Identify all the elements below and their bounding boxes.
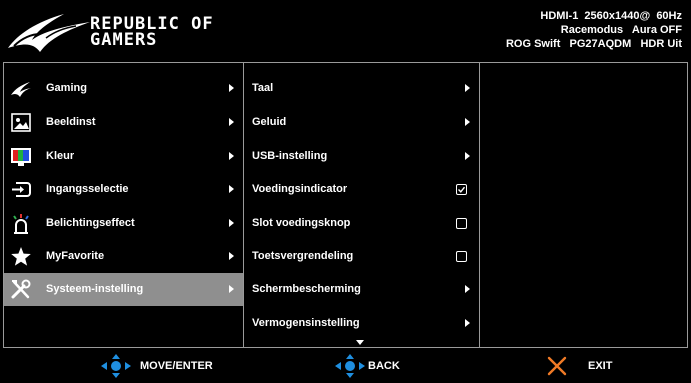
- checkbox-unchecked[interactable]: [456, 251, 467, 262]
- exit-button[interactable]: EXIT: [546, 354, 626, 378]
- status-line-2: Racemodus Aura OFF: [560, 24, 682, 36]
- sub-menu-label: Voedingsindicator: [252, 183, 348, 195]
- status-info: HDMI-1 2560x1440@ 60Hz Racemodus Aura OF…: [506, 9, 682, 51]
- rog-logo-icon: [8, 14, 90, 52]
- main-menu-label: Gaming: [46, 82, 87, 94]
- back-label: BACK: [368, 360, 400, 372]
- joystick-icon: [101, 354, 131, 378]
- close-icon: [547, 356, 567, 376]
- input-icon: [12, 182, 31, 197]
- tools-icon: [11, 279, 31, 299]
- sub-menu: Taal Geluid USB-instelling Voedingsindic…: [244, 63, 480, 347]
- sub-menu-item-schermbescherming[interactable]: Schermbescherming: [244, 273, 479, 306]
- main-menu-item-beeldinst[interactable]: Beeldinst: [4, 106, 243, 139]
- joystick-back-icon: [335, 354, 365, 378]
- main-menu-label: Belichtingseffect: [46, 217, 135, 229]
- sub-menu-label: USB-instelling: [252, 150, 328, 162]
- header: REPUBLIC OF GAMERS HDMI-1 2560x1440@ 60H…: [0, 0, 691, 62]
- sub-menu-item-slot-voedingsknop[interactable]: Slot voedingsknop: [244, 207, 479, 240]
- status-line-3: ROG Swift PG27AQDM HDR Uit: [505, 38, 682, 50]
- main-menu-item-gaming[interactable]: Gaming: [4, 72, 243, 105]
- main-menu-label: Ingangsselectie: [46, 183, 129, 195]
- arrow-right-icon: [465, 152, 470, 160]
- sub-menu-label: Taal: [252, 82, 274, 94]
- sub-menu-item-taal[interactable]: Taal: [244, 72, 479, 105]
- color-icon: [11, 148, 31, 166]
- menu-panel: Gaming Beeldinst Kleur Ingangsselectie B…: [3, 62, 688, 348]
- sub-menu-label: Vermogensinstelling: [252, 317, 360, 329]
- arrow-right-icon: [465, 319, 470, 327]
- main-menu-label: Kleur: [46, 150, 75, 162]
- star-icon: [11, 247, 31, 266]
- status-line-1: HDMI-1 2560x1440@ 60Hz: [540, 10, 682, 22]
- sub-menu-item-vermogensinstelling[interactable]: Vermogensinstelling: [244, 307, 479, 340]
- main-menu-item-myfavorite[interactable]: MyFavorite: [4, 240, 243, 273]
- arrow-right-icon: [229, 285, 234, 293]
- arrow-right-icon: [229, 219, 234, 227]
- brand-text: REPUBLIC OF GAMERS: [90, 16, 214, 50]
- sub-menu-label: Geluid: [252, 116, 287, 128]
- arrow-right-icon: [465, 118, 470, 126]
- main-menu-label: Beeldinst: [46, 116, 96, 128]
- check-icon: [458, 186, 466, 193]
- sub-menu-label: Slot voedingsknop: [252, 217, 351, 229]
- back-button[interactable]: BACK: [334, 354, 414, 378]
- arrow-right-icon: [229, 152, 234, 160]
- main-menu-item-ingangsselectie[interactable]: Ingangsselectie: [4, 173, 243, 206]
- main-menu-item-belichtingseffect[interactable]: Belichtingseffect: [4, 207, 243, 240]
- osd-menu: REPUBLIC OF GAMERS HDMI-1 2560x1440@ 60H…: [0, 0, 691, 383]
- arrow-right-icon: [229, 84, 234, 92]
- main-menu-item-kleur[interactable]: Kleur: [4, 140, 243, 173]
- main-menu: Gaming Beeldinst Kleur Ingangsselectie B…: [4, 63, 244, 347]
- light-icon: [13, 214, 29, 234]
- brand-line-2: GAMERS: [90, 30, 158, 50]
- exit-label: EXIT: [588, 360, 613, 372]
- main-menu-label: MyFavorite: [46, 250, 105, 262]
- footer: MOVE/ENTER BACK EXIT: [0, 348, 691, 383]
- sub-menu-item-toetsvergrendeling[interactable]: Toetsvergrendeling: [244, 240, 479, 273]
- scroll-down-icon[interactable]: [356, 340, 364, 345]
- move-enter-label: MOVE/ENTER: [140, 360, 213, 372]
- main-menu-label: Systeem-instelling: [46, 283, 144, 295]
- sub-menu-item-usb-instelling[interactable]: USB-instelling: [244, 140, 479, 173]
- arrow-right-icon: [229, 185, 234, 193]
- rog-eye-icon: [11, 82, 31, 97]
- arrow-right-icon: [465, 84, 470, 92]
- sub-menu-label: Toetsvergrendeling: [252, 250, 354, 262]
- checkbox-unchecked[interactable]: [456, 218, 467, 229]
- sub-menu-label: Schermbescherming: [252, 283, 361, 295]
- arrow-right-icon: [229, 118, 234, 126]
- detail-column: [480, 63, 687, 347]
- arrow-right-icon: [465, 285, 470, 293]
- sub-menu-item-geluid[interactable]: Geluid: [244, 106, 479, 139]
- image-icon: [11, 113, 31, 132]
- arrow-right-icon: [229, 252, 234, 260]
- sub-menu-item-voedingsindicator[interactable]: Voedingsindicator: [244, 173, 479, 206]
- main-menu-item-systeem-instelling[interactable]: Systeem-instelling: [4, 273, 243, 306]
- move-enter-button[interactable]: MOVE/ENTER: [100, 354, 230, 378]
- checkbox-checked[interactable]: [456, 184, 467, 195]
